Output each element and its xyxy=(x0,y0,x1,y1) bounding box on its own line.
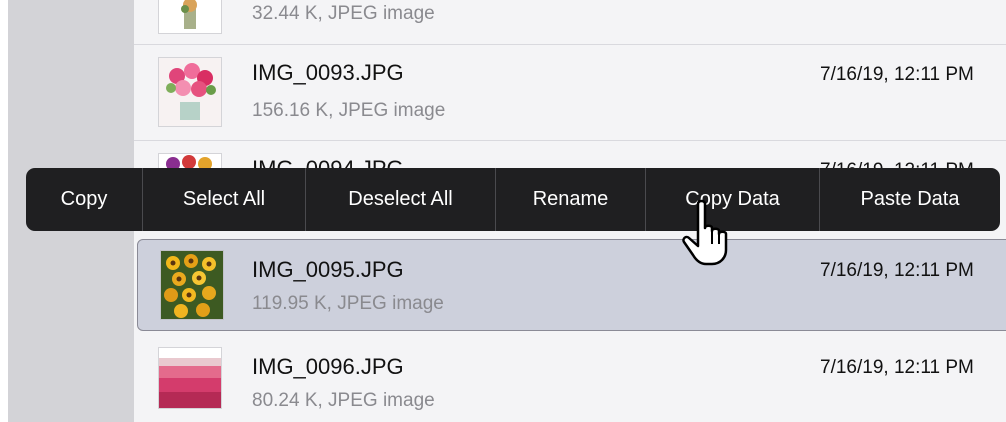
file-name: IMG_0093.JPG xyxy=(252,60,404,85)
file-meta: 80.24 K, JPEG image xyxy=(252,390,435,411)
list-item-selected[interactable]: IMG_0095.JPG 119.95 K, JPEG image 7/16/1… xyxy=(137,239,1006,331)
list-item[interactable]: IMG_0096.JPG 80.24 K, JPEG image 7/16/19… xyxy=(134,333,1006,422)
pointing-hand-icon xyxy=(676,198,746,275)
file-meta: 32.44 K, JPEG image xyxy=(252,3,435,24)
menu-item-copy[interactable]: Copy xyxy=(26,168,143,231)
file-date: 7/16/19, 12:11 PM xyxy=(820,64,974,85)
file-name: IMG_0096.JPG xyxy=(252,354,404,379)
pink-bouquet-thumbnail xyxy=(158,57,222,127)
file-date: 7/16/19, 12:11 PM xyxy=(820,357,974,378)
context-menu: Copy Select All Deselect All Rename Copy… xyxy=(26,168,1000,231)
file-meta: 156.16 K, JPEG image xyxy=(252,100,446,121)
menu-item-paste-data[interactable]: Paste Data xyxy=(820,168,1000,231)
file-meta: 119.95 K, JPEG image xyxy=(252,293,444,314)
tulip-field-thumbnail xyxy=(158,347,222,409)
menu-item-rename[interactable]: Rename xyxy=(496,168,646,231)
list-item[interactable]: 32.44 K, JPEG image xyxy=(134,0,1006,44)
sunflowers-thumbnail xyxy=(160,250,224,320)
file-date: 7/16/19, 12:11 PM xyxy=(820,260,974,281)
file-name: IMG_0095.JPG xyxy=(252,257,404,282)
list-item[interactable]: IMG_0093.JPG 156.16 K, JPEG image 7/16/1… xyxy=(134,45,1006,140)
menu-item-select-all[interactable]: Select All xyxy=(143,168,306,231)
flower-vase-thumbnail xyxy=(158,0,222,34)
menu-item-deselect-all[interactable]: Deselect All xyxy=(306,168,496,231)
